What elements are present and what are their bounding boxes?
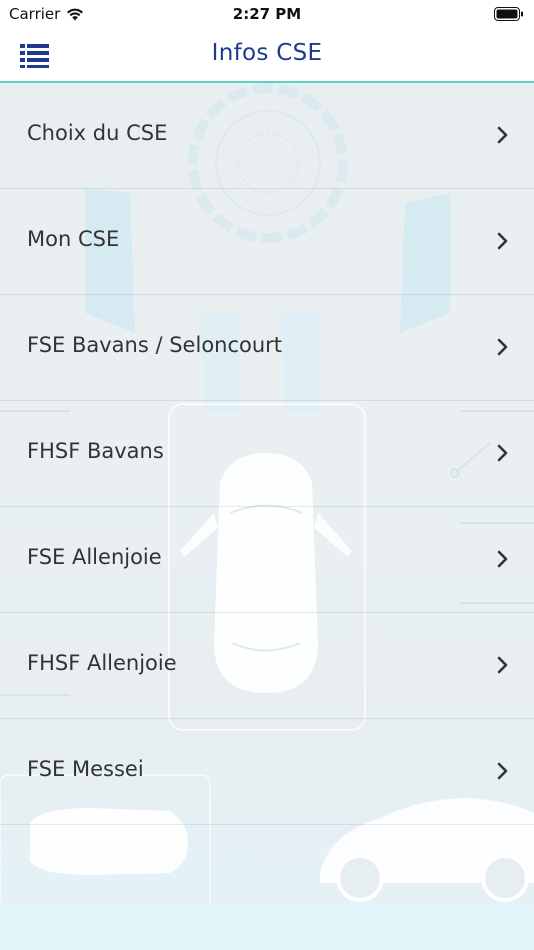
chevron-right-icon (497, 762, 508, 780)
list-item-fhsf-bavans[interactable]: FHSF Bavans (0, 401, 534, 507)
chevron-right-icon (497, 338, 508, 356)
status-time: 2:27 PM (232, 5, 302, 23)
list-item-label: FHSF Allenjoie (27, 651, 177, 675)
status-bar: Carrier 2:27 PM (0, 0, 534, 28)
cse-list: Choix du CSE Mon CSE FSE Bavans / Selonc… (0, 83, 534, 825)
list-item-label: FSE Messei (27, 757, 144, 781)
chevron-right-icon (497, 232, 508, 250)
list-item-choix-du-cse[interactable]: Choix du CSE (0, 83, 534, 189)
chevron-right-icon (497, 444, 508, 462)
list-item-fhsf-allenjoie[interactable]: FHSF Allenjoie (0, 613, 534, 719)
list-item-fse-messei[interactable]: FSE Messei (0, 719, 534, 825)
chevron-right-icon (497, 550, 508, 568)
list-item-mon-cse[interactable]: Mon CSE (0, 189, 534, 295)
list-item-label: FSE Bavans / Seloncourt (27, 333, 283, 357)
chevron-right-icon (497, 656, 508, 674)
list-item-label: Choix du CSE (27, 121, 168, 145)
chevron-right-icon (497, 126, 508, 144)
list-item-label: Mon CSE (27, 227, 120, 251)
list-item-label: FHSF Bavans (27, 439, 164, 463)
page-title: Infos CSE (211, 40, 323, 66)
battery-icon (494, 6, 524, 25)
list-item-fse-allenjoie[interactable]: FSE Allenjoie (0, 507, 534, 613)
navigation-bar: Infos CSE (0, 28, 534, 83)
list-item-label: FSE Allenjoie (27, 545, 162, 569)
list-item-fse-bavans-seloncourt[interactable]: FSE Bavans / Seloncourt (0, 295, 534, 401)
